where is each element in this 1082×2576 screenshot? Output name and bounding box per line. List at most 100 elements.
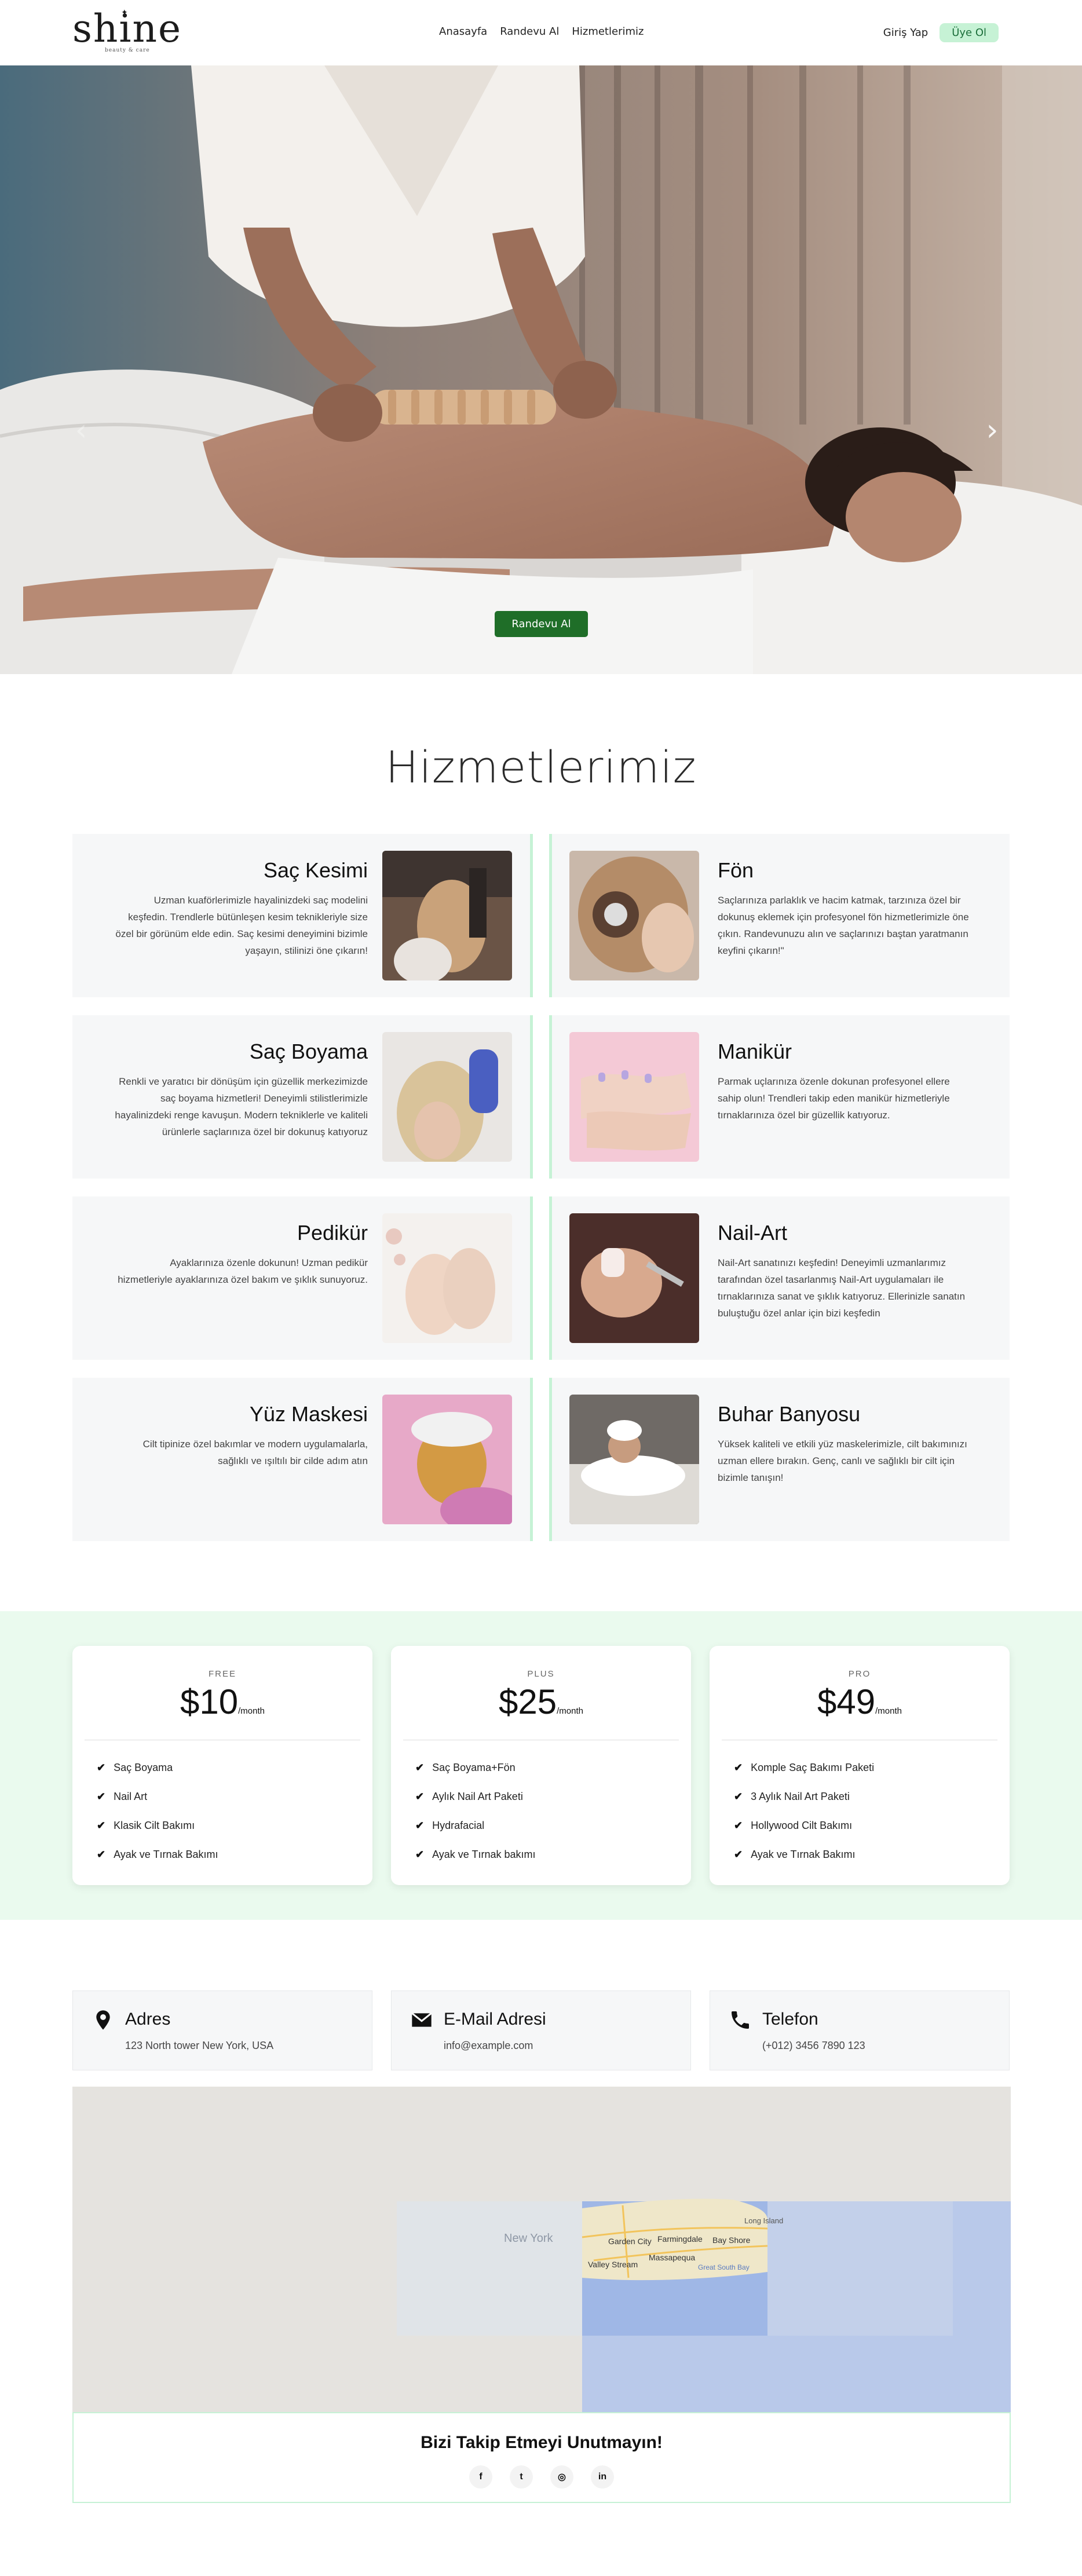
contact-email-card: E-Mail Adresi info@example.com xyxy=(391,1990,691,2070)
pricing-card-plus[interactable]: PLUS $25/month ✔ Saç Boyama+Fön ✔ Aylık Na… xyxy=(391,1646,691,1885)
services-heading: Hizmetlerimiz xyxy=(385,741,697,793)
map-label: New York xyxy=(504,2232,553,2245)
map-label: Farmingdale xyxy=(657,2234,703,2244)
menu-appointment-link[interactable]: Randevu Al xyxy=(500,25,559,38)
main-menu: Anasayfa Randevu Al Hizmetlerimiz xyxy=(439,25,644,38)
feature-item: ✔ Hollywood Cilt Bakımı xyxy=(734,1820,853,1831)
twitter-icon[interactable]: t xyxy=(510,2465,533,2489)
linkedin-icon[interactable]: in xyxy=(591,2465,614,2489)
service-card-pedikur: Pedikür Ayaklarınıza özenle dokunun! Uzm… xyxy=(72,1196,533,1360)
menu-services-link[interactable]: Hizmetlerimiz xyxy=(572,25,644,38)
face-mask-photo xyxy=(382,1395,512,1524)
service-title: Pedikür xyxy=(297,1221,368,1245)
service-description: Yüksek kaliteli ve etkili yüz maskelerim… xyxy=(718,1439,967,1483)
service-card-sac-boyama: Saç Boyama Renkli ve yaratıcı bir dönüşü… xyxy=(72,1015,533,1179)
shine-logo[interactable]: ✦ shine beauty & care xyxy=(72,8,182,57)
social-links: f t ◎ in xyxy=(74,2465,1010,2489)
contact-label: Telefon xyxy=(762,2010,818,2029)
hero-massage-image xyxy=(0,65,1082,674)
service-title: Fön xyxy=(718,858,754,882)
plan-features: ✔ Komple Saç Bakımı Paketi ✔ 3 Aylık Nail … xyxy=(734,1762,874,1878)
checkmark-icon: ✔ xyxy=(415,1849,425,1860)
feature-item: ✔ Hydrafacial xyxy=(415,1820,485,1831)
auth-links: Giriş Yap Üye Ol xyxy=(883,23,999,42)
carousel-next-button[interactable]: › xyxy=(981,413,1004,448)
feature-item: ✔ Komple Saç Bakımı Paketi xyxy=(734,1762,875,1773)
feature-item: ✔ Saç Boyama+Fön xyxy=(415,1762,516,1773)
chevron-right-icon: › xyxy=(986,413,999,448)
feature-item: ✔ Aylık Nail Art Paketi xyxy=(415,1791,523,1802)
top-navbar: ✦ shine beauty & care Anasayfa Randevu A… xyxy=(0,0,1082,65)
checkmark-icon: ✔ xyxy=(97,1791,106,1802)
service-description: Saçlarınıza parlaklık ve hacim katmak, t… xyxy=(718,895,969,956)
hero-carousel: ‹ › Randevu Al xyxy=(0,65,1082,674)
envelope-icon xyxy=(411,2012,432,2027)
login-link[interactable]: Giriş Yap xyxy=(883,27,928,39)
map-label: Great South Bay xyxy=(698,2263,750,2271)
map-label: Massapequa xyxy=(649,2253,695,2262)
checkmark-icon: ✔ xyxy=(97,1849,106,1860)
service-title: Saç Boyama xyxy=(249,1040,368,1063)
pricing-card-free[interactable]: FREE $10/month ✔ Saç Boyama ✔ Nail Art ✔ Kl… xyxy=(72,1646,372,1885)
feature-item: ✔ Ayak ve Tırnak bakımı xyxy=(415,1849,536,1860)
menu-home-link[interactable]: Anasayfa xyxy=(439,25,487,38)
plan-tier: PLUS xyxy=(527,1669,555,1679)
contact-label: Adres xyxy=(125,2010,171,2029)
manicure-photo xyxy=(569,1032,699,1162)
service-card-manikur: Manikür Parmak uçlarınıza özenle dokunan… xyxy=(549,1015,1010,1179)
contact-phone-value[interactable]: (+012) 3456 7890 123 xyxy=(762,2040,865,2052)
instagram-icon[interactable]: ◎ xyxy=(550,2465,573,2489)
contact-address-card: Adres 123 North tower New York, USA xyxy=(72,1990,372,2070)
service-card-sac-kesimi: Saç Kesimi Uzman kuaförlerimizle hayalin… xyxy=(72,834,533,997)
plan-tier: FREE xyxy=(208,1669,236,1679)
plan-price: $25/month xyxy=(499,1682,583,1721)
haircut-photo xyxy=(382,851,512,980)
map-tiles: New York Garden City Farmingdale Bay Sho… xyxy=(72,2087,1011,2412)
signup-button[interactable]: Üye Ol xyxy=(940,23,999,42)
service-description: Ayaklarınıza özenle dokunun! Uzman pedik… xyxy=(118,1257,368,1285)
facebook-icon[interactable]: f xyxy=(469,2465,492,2489)
checkmark-icon: ✔ xyxy=(734,1820,743,1831)
feature-item: ✔ Ayak ve Tırnak Bakımı xyxy=(734,1849,856,1860)
checkmark-icon: ✔ xyxy=(415,1791,425,1802)
pricing-section: FREE $10/month ✔ Saç Boyama ✔ Nail Art ✔ Kl… xyxy=(0,1611,1082,1920)
nail-art-photo xyxy=(569,1213,699,1343)
contact-phone-card: Telefon (+012) 3456 7890 123 xyxy=(710,1990,1010,2070)
phone-icon xyxy=(732,2011,749,2029)
service-title: Yüz Maskesi xyxy=(249,1402,368,1426)
logo-tagline: beauty & care xyxy=(105,47,150,53)
social-follow-section: Bizi Takip Etmeyi Unutmayın! f t ◎ in xyxy=(72,2412,1011,2503)
service-description: Cilt tipinize özel bakımlar ve modern uy… xyxy=(142,1439,368,1466)
checkmark-icon: ✔ xyxy=(734,1791,743,1802)
contact-email-value[interactable]: info@example.com xyxy=(444,2040,533,2052)
chevron-left-icon: ‹ xyxy=(75,413,87,448)
pricing-card-pro[interactable]: PRO $49/month ✔ Komple Saç Bakımı Paketi … xyxy=(710,1646,1010,1885)
steam-bath-photo xyxy=(569,1395,699,1524)
service-description: Parmak uçlarınıza özenle dokunan profesy… xyxy=(718,1076,950,1121)
plan-price: $10/month xyxy=(180,1682,265,1721)
location-map[interactable]: New York Garden City Farmingdale Bay Sho… xyxy=(72,2087,1011,2412)
map-label: Long Island xyxy=(744,2216,783,2225)
checkmark-icon: ✔ xyxy=(734,1849,743,1860)
service-title: Buhar Banyosu xyxy=(718,1402,861,1426)
checkmark-icon: ✔ xyxy=(734,1762,743,1773)
checkmark-icon: ✔ xyxy=(415,1820,425,1831)
feature-item: ✔ 3 Aylık Nail Art Paketi xyxy=(734,1791,850,1802)
plan-features: ✔ Saç Boyama ✔ Nail Art ✔ Klasik Cilt Bakım… xyxy=(97,1762,218,1878)
service-title: Nail-Art xyxy=(718,1221,788,1245)
service-card-nail-art: Nail-Art Nail-Art sanatınızı keşfedin! D… xyxy=(549,1196,1010,1360)
carousel-prev-button[interactable]: ‹ xyxy=(70,413,93,448)
service-description: Nail-Art sanatınızı keşfedin! Deneyimli … xyxy=(718,1257,966,1319)
map-label: Bay Shore xyxy=(712,2235,751,2245)
blowdry-photo xyxy=(569,851,699,980)
pedicure-photo xyxy=(382,1213,512,1343)
plan-tier: PRO xyxy=(848,1669,871,1679)
checkmark-icon: ✔ xyxy=(415,1762,425,1773)
service-title: Manikür xyxy=(718,1040,792,1063)
hero-appointment-button[interactable]: Randevu Al xyxy=(495,611,588,637)
contact-value: 123 North tower New York, USA xyxy=(125,2040,274,2051)
service-card-buhar-banyosu: Buhar Banyosu Yüksek kaliteli ve etkili … xyxy=(549,1378,1010,1541)
feature-item: ✔ Ayak ve Tırnak Bakımı xyxy=(97,1849,218,1860)
service-card-fon: Fön Saçlarınıza parlaklık ve hacim katma… xyxy=(549,834,1010,997)
feature-item: ✔ Klasik Cilt Bakımı xyxy=(97,1820,195,1831)
